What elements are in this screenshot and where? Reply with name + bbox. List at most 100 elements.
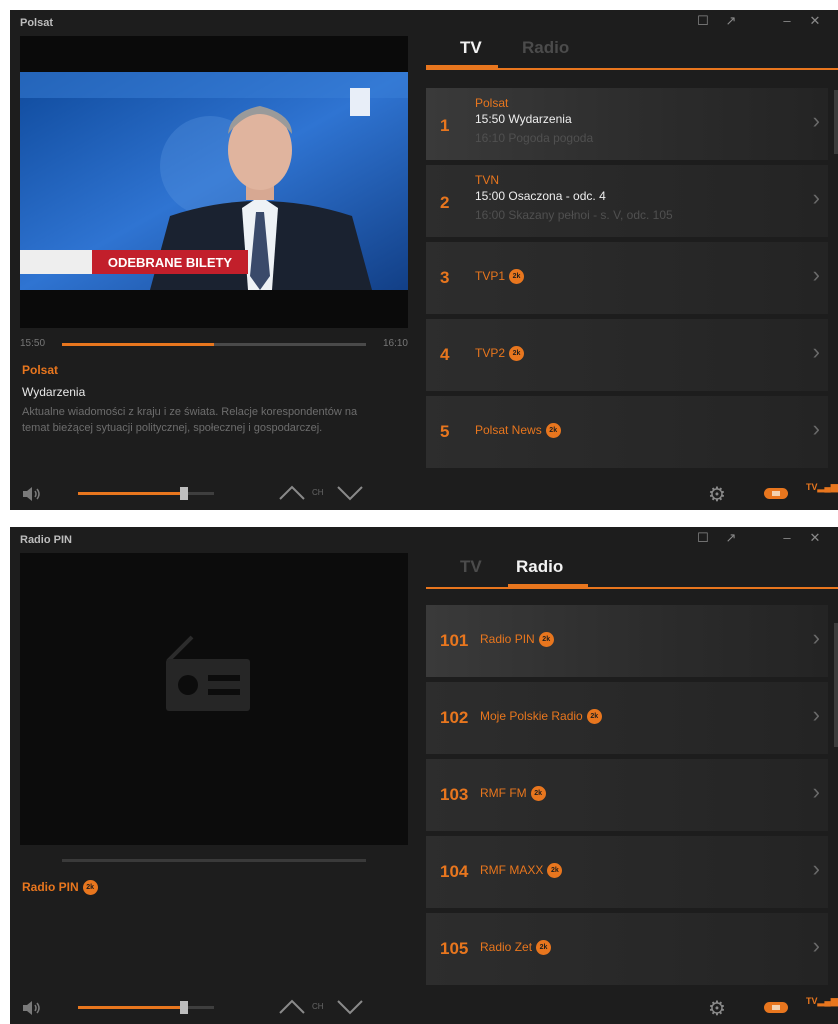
ch-label: CH — [312, 1002, 324, 1011]
station-name: Moje Polskie Radio 2k — [480, 709, 602, 725]
hd-badge-icon: 2k — [547, 863, 563, 879]
tab-bar: TV Radio — [426, 557, 838, 591]
speaker-icon[interactable] — [22, 1000, 42, 1016]
hd-badge-icon: 2k — [530, 786, 546, 802]
hd-badge-icon: 2k — [509, 269, 525, 285]
current-program: 15:00 Osaczona - odc. 4 — [475, 189, 606, 203]
next-program: 16:00 Skazany pełnoi - s. V, odc. 105 — [475, 208, 673, 222]
chevron-right-icon: › — [812, 779, 820, 804]
video-player[interactable]: ODEBRANE BILETY — [20, 36, 408, 328]
toggle-switch[interactable] — [764, 488, 788, 499]
tab-underline — [426, 587, 838, 589]
bottom-toolbar: CH ⚙ TV▂▄▆ — [10, 990, 838, 1024]
gear-icon[interactable]: ⚙ — [708, 996, 726, 1021]
station-row[interactable]: 104 RMF MAXX 2k › — [426, 836, 828, 908]
channel-number: 3 — [440, 268, 450, 287]
tab-tv[interactable]: TV — [460, 557, 482, 577]
chevron-right-icon: › — [812, 933, 820, 958]
tv-signal-icon: TV▂▄▆ — [806, 482, 838, 492]
scrollbar[interactable] — [834, 623, 838, 747]
channel-name: TVP2 2k — [475, 346, 525, 362]
tab-bar: TV Radio — [426, 38, 838, 72]
bottom-toolbar: CH ⚙ TV▂▄▆ — [10, 476, 838, 510]
chevron-right-icon: › — [812, 416, 820, 441]
station-row[interactable]: 101 Radio PIN 2k › — [426, 605, 828, 677]
channel-name: TVN — [475, 173, 499, 187]
channel-row[interactable]: 2 TVN 15:00 Osaczona - odc. 4 16:00 Skaz… — [426, 165, 828, 237]
channel-up-icon[interactable] — [278, 485, 306, 501]
hd-badge-icon: 2k — [545, 423, 561, 439]
station-row[interactable]: 105 Radio Zet 2k › — [426, 913, 828, 985]
channel-name: Polsat — [475, 96, 509, 110]
speaker-icon[interactable] — [22, 486, 42, 502]
hd-badge-icon: 2k — [509, 346, 525, 362]
channel-row[interactable]: 3 TVP1 2k › — [426, 242, 828, 314]
now-program: Wydarzenia — [22, 385, 86, 399]
volume-fill — [78, 1006, 185, 1009]
channel-down-icon[interactable] — [336, 485, 364, 501]
chevron-right-icon: › — [812, 339, 820, 364]
window-title: Radio PIN — [20, 534, 72, 546]
window-title: Polsat — [20, 17, 54, 29]
tab-radio[interactable]: Radio — [522, 38, 569, 58]
now-channel: Polsat — [22, 363, 59, 377]
progress-track — [62, 859, 366, 862]
news-broadcast-image: ODEBRANE BILETY — [20, 36, 408, 328]
restore-icon[interactable]: ☐ — [694, 530, 712, 546]
station-name: RMF FM 2k — [480, 786, 546, 802]
channel-number: 5 — [440, 422, 450, 441]
ch-label: CH — [312, 488, 324, 497]
popout-icon[interactable]: ↗ — [722, 530, 740, 546]
volume-fill — [78, 492, 185, 495]
station-row[interactable]: 102 Moje Polskie Radio 2k › — [426, 682, 828, 754]
channel-name: TVP1 2k — [475, 269, 525, 285]
close-icon[interactable]: ✕ — [806, 530, 824, 546]
playback-progress[interactable]: 15:50 16:10 — [20, 338, 408, 352]
station-name: RMF MAXX 2k — [480, 863, 563, 879]
now-description: Aktualne wiadomości z kraju i ze świata.… — [22, 406, 358, 434]
volume-knob[interactable] — [180, 487, 189, 500]
ticker-text: ODEBRANE BILETY — [108, 255, 233, 270]
tv-signal-icon: TV▂▄▆ — [806, 996, 838, 1006]
radio-player-window: Radio PIN ☐ ↗ – ✕ Radio PIN 2k TV Radio 1… — [10, 527, 838, 1024]
title-bar[interactable]: Polsat ☐ ↗ – ✕ — [10, 10, 838, 36]
channel-name: Polsat News 2k — [475, 423, 561, 439]
station-number: 102 — [440, 708, 469, 727]
minimize-icon[interactable]: – — [778, 530, 796, 545]
toggle-knob — [772, 1005, 780, 1010]
station-name: Radio Zet 2k — [480, 940, 552, 956]
station-row[interactable]: 103 RMF FM 2k › — [426, 759, 828, 831]
popout-icon[interactable]: ↗ — [722, 13, 740, 29]
hd-badge-icon: 2k — [536, 940, 552, 956]
channel-down-icon[interactable] — [336, 999, 364, 1015]
volume-slider[interactable] — [78, 1001, 214, 1014]
minimize-icon[interactable]: – — [778, 13, 796, 28]
station-name: Radio PIN 2k — [480, 632, 554, 648]
channel-number: 1 — [440, 116, 450, 135]
toggle-switch[interactable] — [764, 1002, 788, 1013]
channel-number: 4 — [440, 345, 450, 364]
channel-number: 2 — [440, 193, 450, 212]
channel-up-icon[interactable] — [278, 999, 306, 1015]
station-number: 105 — [440, 939, 469, 958]
chevron-right-icon: › — [812, 856, 820, 881]
channel-row[interactable]: 4 TVP2 2k › — [426, 319, 828, 391]
station-number: 101 — [440, 631, 469, 650]
progress-track[interactable] — [62, 343, 366, 346]
tv-player-window: Polsat ☐ ↗ – ✕ ODEBRANE BILETY 15:50 16:… — [10, 10, 838, 510]
tab-radio[interactable]: Radio — [516, 557, 563, 577]
channel-row[interactable]: 5 Polsat News 2k › — [426, 396, 828, 468]
hd-badge-icon: 2k — [586, 709, 602, 725]
tab-active-indicator — [508, 584, 588, 588]
channel-row[interactable]: 1 Polsat 15:50 Wydarzenia 16:10 Pogoda p… — [426, 88, 828, 160]
close-icon[interactable]: ✕ — [806, 13, 824, 29]
tab-tv[interactable]: TV — [460, 38, 482, 58]
gear-icon[interactable]: ⚙ — [708, 482, 726, 507]
volume-knob[interactable] — [180, 1001, 189, 1014]
scrollbar[interactable] — [834, 90, 838, 154]
volume-slider[interactable] — [78, 487, 214, 500]
station-number: 104 — [440, 862, 469, 881]
title-bar[interactable]: Radio PIN ☐ ↗ – ✕ — [10, 527, 838, 553]
restore-icon[interactable]: ☐ — [694, 13, 712, 29]
toggle-knob — [772, 491, 780, 496]
